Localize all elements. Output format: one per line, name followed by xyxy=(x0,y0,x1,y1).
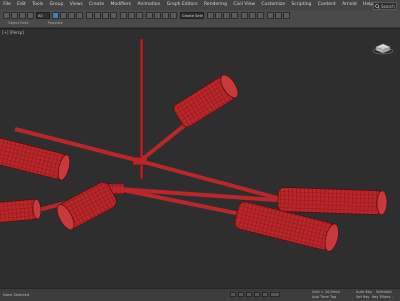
add-time-tag-button[interactable]: Add Time Tag xyxy=(312,295,336,299)
percent-snap-icon[interactable] xyxy=(162,12,169,19)
reference-coord-icon[interactable] xyxy=(120,12,127,19)
menu-item-customize[interactable]: Customize xyxy=(258,0,288,10)
select-manipulate-icon[interactable] xyxy=(136,12,143,19)
place-icon[interactable] xyxy=(110,12,117,19)
set-key-button[interactable]: Set Key xyxy=(356,295,370,299)
scale-icon[interactable] xyxy=(102,12,109,19)
toolbar-sublabel-object-paint[interactable]: Object Paint xyxy=(8,21,29,25)
render-setup-icon[interactable] xyxy=(267,12,274,19)
status-bar: None Selected Grid = 10,0mm Add Time Tag… xyxy=(0,288,400,301)
previous-frame-icon[interactable] xyxy=(238,292,244,297)
main-toolbar: All Create Selection Set Object Paint Po… xyxy=(0,10,400,28)
curve-editor-icon[interactable] xyxy=(241,12,248,19)
key-filters-button[interactable]: Key Filters... xyxy=(372,295,394,299)
menu-item-arnold[interactable]: Arnold xyxy=(339,0,360,10)
go-to-end-icon[interactable] xyxy=(262,292,268,297)
auto-key-button[interactable]: Auto Key xyxy=(356,290,372,294)
align-icon[interactable] xyxy=(215,12,222,19)
menu-item-file[interactable]: File xyxy=(0,0,14,10)
menu-item-tools[interactable]: Tools xyxy=(29,0,46,10)
undo-icon[interactable] xyxy=(3,12,10,19)
selection-filter-dropdown[interactable]: All xyxy=(36,12,50,19)
selected-dropdown[interactable]: Selected xyxy=(376,290,392,294)
search-label: Search xyxy=(381,3,395,9)
layer-explorer-icon[interactable] xyxy=(223,12,230,19)
search-box[interactable]: Search xyxy=(373,2,397,10)
perspective-viewport[interactable]: [+] [Persp] xyxy=(0,28,400,289)
menu-item-rendering[interactable]: Rendering xyxy=(201,0,230,10)
angle-snap-icon[interactable] xyxy=(154,12,161,19)
snap-toggle-icon[interactable] xyxy=(146,12,153,19)
play-icon[interactable] xyxy=(246,292,252,297)
menu-item-views[interactable]: Views xyxy=(67,0,86,10)
current-frame-field[interactable] xyxy=(270,292,280,297)
app-window: File Edit Tools Group Views Create Modifiers An… xyxy=(0,0,400,301)
named-selection-set-dropdown[interactable]: Create Selection Set xyxy=(180,12,204,19)
move-icon[interactable] xyxy=(86,12,93,19)
rectangle-select-icon[interactable] xyxy=(68,12,75,19)
menu-item-group[interactable]: Group xyxy=(46,0,66,10)
search-icon xyxy=(375,3,380,9)
window-crossing-icon[interactable] xyxy=(76,12,83,19)
toggle-ribbon-icon[interactable] xyxy=(231,12,238,19)
mirror-icon[interactable] xyxy=(207,12,214,19)
menu-item-graph-editors[interactable]: Graph Editors xyxy=(164,0,201,10)
render-production-icon[interactable] xyxy=(283,12,290,19)
select-by-name-icon[interactable] xyxy=(60,12,67,19)
select-object-icon[interactable] xyxy=(52,12,59,19)
unlink-icon[interactable] xyxy=(27,12,34,19)
go-to-start-icon[interactable] xyxy=(230,292,236,297)
material-editor-icon[interactable] xyxy=(257,12,264,19)
pivot-icon[interactable] xyxy=(128,12,135,19)
menu-item-civil-view[interactable]: Civil View xyxy=(230,0,258,10)
menu-bar: File Edit Tools Group Views Create Modifiers An… xyxy=(0,0,400,10)
next-frame-icon[interactable] xyxy=(254,292,260,297)
grid-readout: Grid = 10,0mm xyxy=(312,290,340,294)
menu-item-scripting[interactable]: Scripting xyxy=(288,0,314,10)
redo-icon[interactable] xyxy=(11,12,18,19)
menu-item-content[interactable]: Content xyxy=(315,0,339,10)
selection-status: None Selected xyxy=(3,293,30,297)
schematic-view-icon[interactable] xyxy=(249,12,256,19)
menu-item-modifiers[interactable]: Modifiers xyxy=(107,0,134,10)
menu-item-create[interactable]: Create xyxy=(86,0,107,10)
link-icon[interactable] xyxy=(19,12,26,19)
toolbar-sublabel-populate[interactable]: Populate xyxy=(48,21,63,25)
menu-item-animation[interactable]: Animation xyxy=(134,0,163,10)
chandelier-model[interactable] xyxy=(0,29,400,289)
rendered-frame-window-icon[interactable] xyxy=(275,12,282,19)
spinner-snap-icon[interactable] xyxy=(170,12,177,19)
rotate-icon[interactable] xyxy=(94,12,101,19)
menu-item-edit[interactable]: Edit xyxy=(14,0,29,10)
